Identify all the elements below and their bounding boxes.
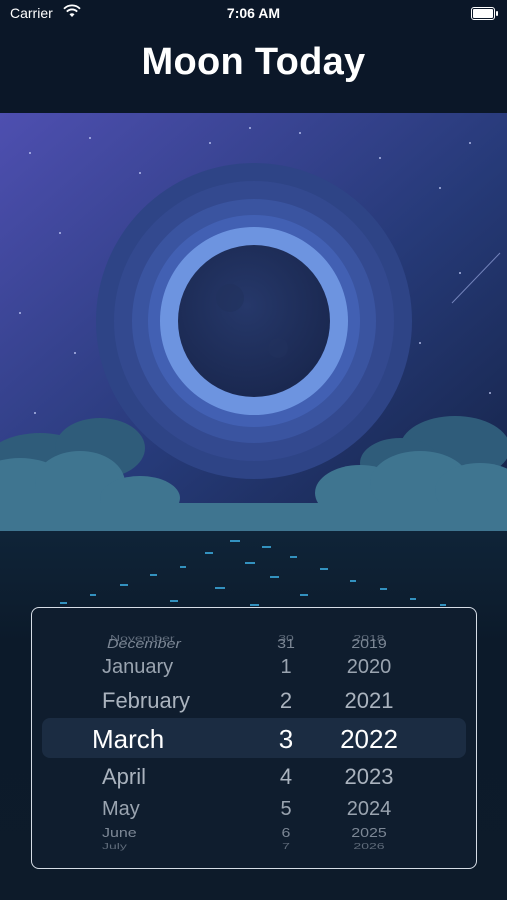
day-option[interactable]: 4 [262,764,310,790]
year-option[interactable]: 2026 [324,841,414,851]
day-option[interactable]: 31 [262,638,310,652]
month-option[interactable]: February [32,688,262,714]
page-title: Moon Today [141,41,366,83]
selected-day[interactable]: 3 [262,724,310,755]
selected-month[interactable]: March [32,724,262,755]
month-option[interactable]: July [32,841,262,851]
year-option[interactable]: 2024 [324,798,414,821]
battery-icon [471,7,498,20]
year-option[interactable]: 2021 [324,688,414,714]
year-wheel[interactable]: 2018 2019 2020 2021 2022 2023 2024 2025 … [324,608,414,868]
date-picker[interactable]: November December January February March… [31,607,477,869]
selected-year[interactable]: 2022 [324,724,414,755]
day-wheel[interactable]: 30 31 1 2 3 4 5 6 7 [262,608,310,868]
month-option[interactable]: January [32,656,262,679]
day-option[interactable]: 6 [262,827,310,841]
month-option[interactable]: May [32,798,262,821]
month-option[interactable]: April [32,764,262,790]
month-option[interactable]: December [32,638,262,652]
moon-scene-illustration [0,113,507,548]
year-option[interactable]: 2020 [324,656,414,679]
year-option[interactable]: 2023 [324,764,414,790]
status-bar: Carrier 7:06 AM [0,0,507,28]
day-option[interactable]: 7 [262,841,310,851]
year-option[interactable]: 2019 [324,638,414,652]
month-wheel[interactable]: November December January February March… [32,608,262,868]
month-option[interactable]: June [32,827,262,841]
status-time: 7:06 AM [226,5,281,21]
year-option[interactable]: 2025 [324,827,414,841]
day-option[interactable]: 2 [262,688,310,714]
day-option[interactable]: 5 [262,798,310,821]
day-option[interactable]: 1 [262,656,310,679]
navigation-bar: Moon Today [0,28,507,113]
